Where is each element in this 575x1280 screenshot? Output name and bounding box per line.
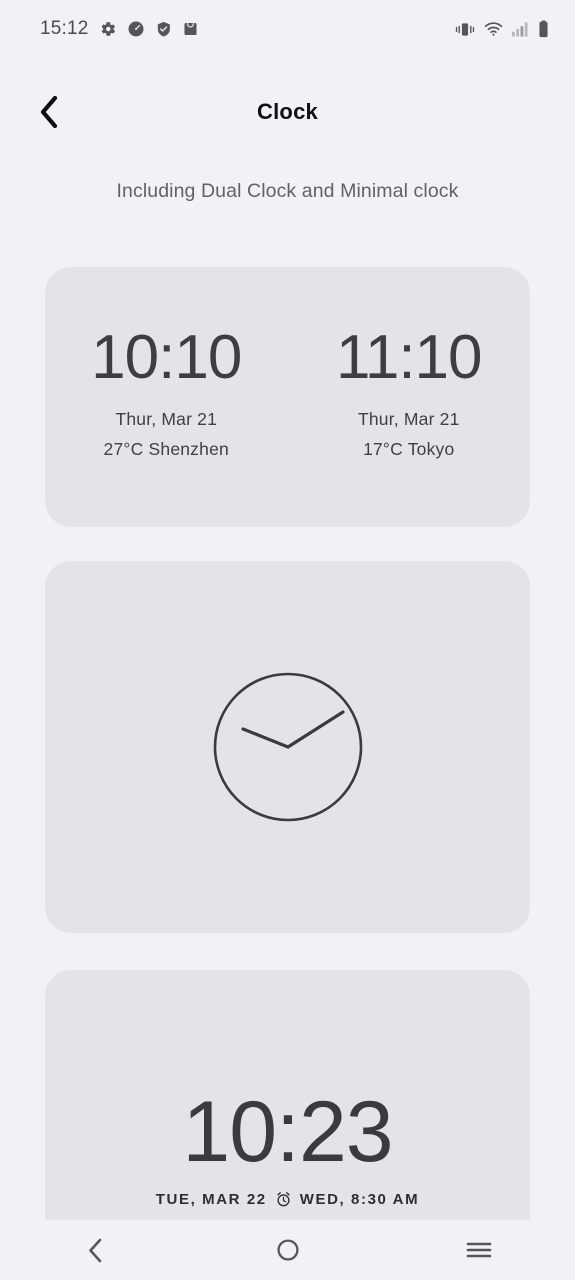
app-header: Clock (0, 86, 575, 142)
status-bar-right (455, 20, 549, 38)
circle-icon (276, 1239, 299, 1261)
vibrate-icon (455, 22, 475, 36)
dual-clock-right-weather: 17°C Tokyo (363, 439, 455, 459)
page-title: Clock (257, 99, 318, 124)
analog-clock-card[interactable] (45, 561, 530, 933)
nav-recents-button[interactable] (383, 1220, 575, 1280)
hamburger-icon (466, 1242, 492, 1258)
status-bar-clock: 15:12 (40, 18, 89, 39)
battery-icon (539, 20, 548, 38)
speedometer-icon (128, 21, 144, 37)
nav-back-button[interactable] (0, 1220, 192, 1280)
dual-clock-card[interactable]: 10:10 Thur, Mar 21 27°C Shenzhen 11:10 T… (45, 267, 530, 527)
dual-clock-widget: 10:10 Thur, Mar 21 27°C Shenzhen 11:10 T… (45, 267, 530, 527)
page-subtitle: Including Dual Clock and Minimal clock (116, 180, 459, 202)
signal-bars-icon (512, 22, 528, 37)
status-bar: 15:12 (0, 0, 575, 58)
hour-hand (240, 727, 290, 749)
nav-home-button[interactable] (192, 1220, 384, 1280)
minimal-clock-widget: 10:23 TUE, MAR 22 WED, 8:30 AM (45, 970, 530, 1220)
wifi-icon (484, 22, 503, 36)
chevron-left-icon (89, 1238, 102, 1262)
minute-hand (285, 710, 345, 749)
dual-clock-right: 11:10 Thur, Mar 21 17°C Tokyo (288, 327, 531, 460)
gear-icon (101, 22, 115, 36)
dual-clock-left-date: Thur, Mar 21 (115, 409, 218, 429)
dual-clock-left-time: 10:10 (91, 323, 242, 392)
analog-clock-face-icon (213, 672, 362, 822)
shopping-bag-icon (184, 22, 197, 36)
analog-clock-widget (45, 561, 530, 933)
shield-check-icon (157, 21, 170, 37)
alarm-clock-icon (277, 1192, 290, 1207)
dual-clock-left: 10:10 Thur, Mar 21 27°C Shenzhen (45, 327, 288, 460)
dual-clock-right-date: Thur, Mar 21 (357, 409, 460, 429)
minimal-clock-subline: TUE, MAR 22 WED, 8:30 AM (156, 1191, 419, 1208)
system-navigation-bar (0, 1220, 575, 1280)
minimal-clock-card[interactable]: 10:23 TUE, MAR 22 WED, 8:30 AM (45, 970, 530, 1220)
dual-clock-right-time: 11:10 (335, 323, 483, 392)
minimal-clock-alarm: WED, 8:30 AM (299, 1191, 420, 1208)
status-bar-left: 15:12 (40, 18, 199, 40)
minimal-clock-time: 10:23 (182, 1084, 393, 1180)
dual-clock-left-weather: 27°C Shenzhen (103, 439, 229, 459)
minimal-clock-date: TUE, MAR 22 (155, 1191, 267, 1208)
